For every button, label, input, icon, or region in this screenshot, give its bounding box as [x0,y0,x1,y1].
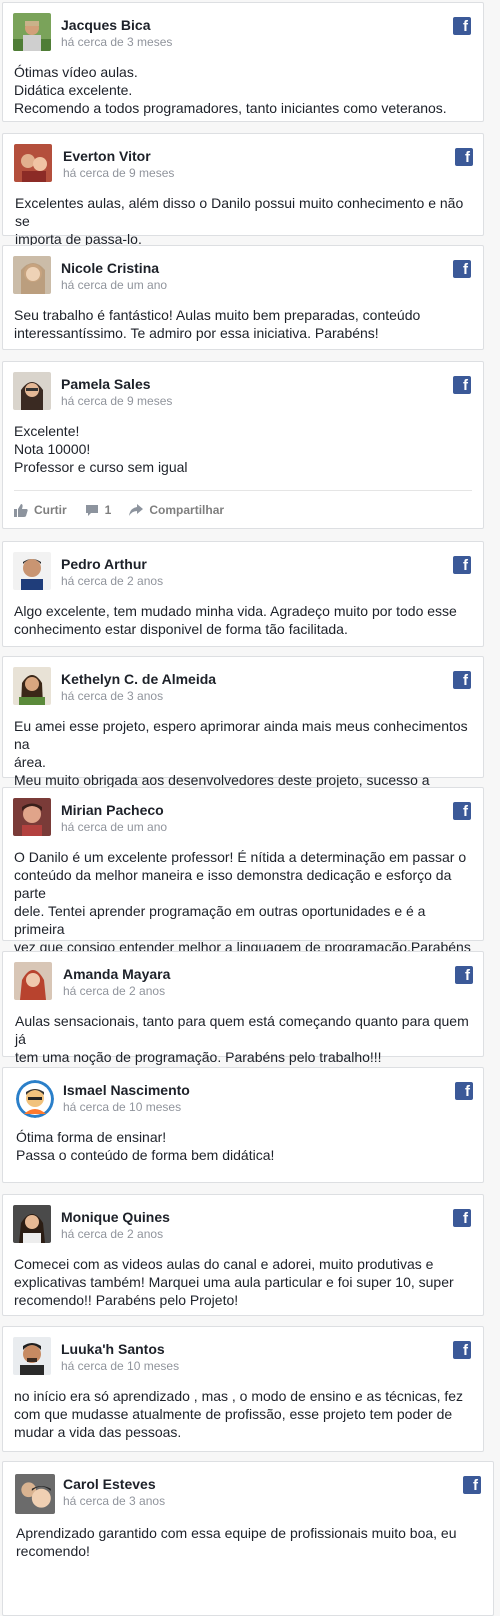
reviewer-name[interactable]: Carol Esteves [63,1476,156,1492]
review-card: Kethelyn C. de Almeida há cerca de 3 ano… [2,656,484,806]
review-time[interactable]: há cerca de um ano [61,820,167,834]
review-text: Aulas sensacionais, tanto para quem está… [15,1013,469,1065]
review-time[interactable]: há cerca de 3 anos [61,689,163,703]
reviewer-name[interactable]: Pamela Sales [61,376,151,392]
reviewer-name[interactable]: Everton Vitor [63,148,151,164]
reviewer-name[interactable]: Luuka'h Santos [61,1341,165,1357]
review-text: Algo excelente, tem mudado minha vida. A… [14,603,457,637]
post-actions-bar: Curtir 1 Compartilhar [14,490,472,517]
avatar[interactable] [13,13,51,51]
facebook-icon[interactable]: f [453,1341,471,1359]
thumbs-up-icon [14,503,28,517]
review-card: Everton Vitor há cerca de 9 meses f Exce… [2,133,484,247]
share-label: Compartilhar [149,503,225,517]
review-card: Pedro Arthur há cerca de 2 anos f Algo e… [2,541,484,647]
reviewer-name[interactable]: Mirian Pacheco [61,802,164,818]
avatar[interactable] [13,1205,51,1243]
review-text: Ótima forma de ensinar! Passa o conteúdo… [16,1129,275,1163]
review-text: no início era só aprendizado , mas , o m… [14,1388,464,1440]
reviewer-name[interactable]: Ismael Nascimento [63,1082,190,1098]
share-button[interactable]: Compartilhar [129,503,224,517]
review-time[interactable]: há cerca de 3 meses [61,35,172,49]
review-card: Pamela Sales há cerca de 9 meses f Excel… [2,361,484,529]
review-time[interactable]: há cerca de 2 anos [63,984,165,998]
reviewer-name[interactable]: Kethelyn C. de Almeida [61,671,216,687]
review-card: Carol Esteves há cerca de 3 anos f Apren… [2,1461,494,1616]
avatar[interactable] [13,798,51,836]
reviewer-name[interactable]: Pedro Arthur [61,556,147,572]
facebook-icon[interactable]: f [453,671,471,689]
avatar[interactable] [14,962,52,1000]
review-time[interactable]: há cerca de 10 meses [61,1359,179,1373]
review-card: Ismael Nascimento há cerca de 10 meses f… [2,1067,484,1183]
review-card: Monique Quines há cerca de 2 anos f Come… [2,1194,484,1316]
avatar[interactable] [14,144,52,182]
facebook-icon[interactable]: f [453,260,471,278]
review-time[interactable]: há cerca de 3 anos [63,1494,165,1508]
avatar[interactable] [13,1337,51,1375]
avatar[interactable] [15,1474,55,1514]
reviewer-name[interactable]: Amanda Mayara [63,966,170,982]
comment-icon [85,504,98,516]
facebook-icon[interactable]: f [453,376,471,394]
share-arrow-icon [129,504,144,516]
review-card: Mirian Pacheco há cerca de um ano f O Da… [2,787,484,991]
review-time[interactable]: há cerca de um ano [61,278,167,292]
facebook-icon[interactable]: f [455,966,473,984]
review-text: Aprendizado garantido com essa equipe de… [16,1525,457,1559]
review-card: Jacques Bica há cerca de 3 meses f Ótima… [2,2,484,122]
avatar[interactable] [13,372,51,410]
review-card: Amanda Mayara há cerca de 2 anos f Aulas… [2,951,484,1065]
review-time[interactable]: há cerca de 9 meses [61,394,172,408]
facebook-icon[interactable]: f [453,556,471,574]
facebook-icon[interactable]: f [463,1476,481,1494]
like-label: Curtir [34,503,67,517]
facebook-icon[interactable]: f [455,148,473,166]
reviewer-name[interactable]: Nicole Cristina [61,260,159,276]
review-text: Seu trabalho é fantástico! Aulas muito b… [14,307,421,341]
review-text: Excelente! Nota 10000! Professor e curso… [14,423,188,475]
facebook-icon[interactable]: f [453,17,471,35]
avatar[interactable] [16,1080,54,1118]
facebook-icon[interactable]: f [453,802,471,820]
facebook-icon[interactable]: f [455,1082,473,1100]
comment-button[interactable]: 1 [85,503,112,517]
facebook-icon[interactable]: f [453,1209,471,1227]
review-card: Luuka'h Santos há cerca de 10 meses f no… [2,1326,484,1452]
review-text: Comecei com as videos aulas do canal e a… [14,1256,454,1308]
avatar[interactable] [13,667,51,705]
reviewer-name[interactable]: Jacques Bica [61,17,151,33]
review-time[interactable]: há cerca de 10 meses [63,1100,181,1114]
review-text: Excelentes aulas, além disso o Danilo po… [15,195,464,247]
review-time[interactable]: há cerca de 2 anos [61,574,163,588]
comment-count: 1 [104,503,112,517]
avatar[interactable] [13,256,51,294]
avatar[interactable] [13,552,51,590]
review-time[interactable]: há cerca de 2 anos [61,1227,163,1241]
review-text: Ótimas vídeo aulas. Didática excelente. … [14,64,447,116]
like-button[interactable]: Curtir [14,503,67,517]
review-card: Nicole Cristina há cerca de um ano f Seu… [2,245,484,350]
reviewer-name[interactable]: Monique Quines [61,1209,170,1225]
review-time[interactable]: há cerca de 9 meses [63,166,174,180]
